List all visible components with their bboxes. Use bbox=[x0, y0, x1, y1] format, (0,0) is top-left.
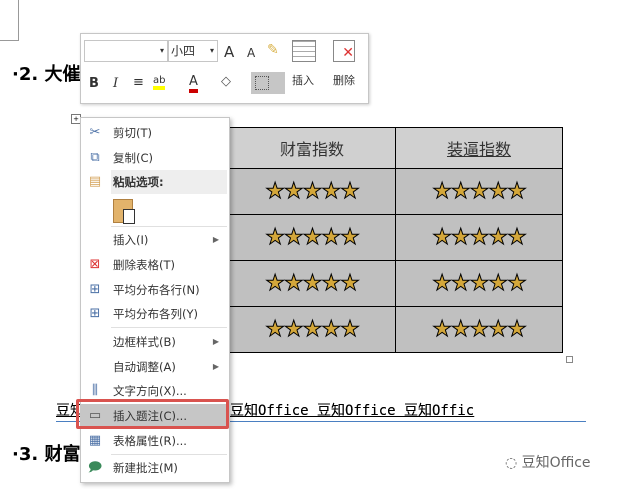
menu-item-table-properties[interactable]: ▦ 表格属性(R)... bbox=[81, 429, 229, 453]
copy-icon: ⧉ bbox=[90, 150, 100, 165]
menu-item-distribute-columns[interactable]: ⊞ 平均分布各列(Y) bbox=[81, 302, 229, 326]
heading-2: ·2. 大催 bbox=[12, 64, 81, 85]
menu-item-autofit[interactable]: 自动调整(A) ▶ bbox=[81, 355, 229, 379]
paste-icon: ▤ bbox=[88, 174, 102, 189]
rating-table: 财富指数 装逼指数 ★★★★★ ★★★★★ ★★★★★ ★★★★★ ★★★★★ ★★★★… bbox=[228, 127, 563, 353]
text-direction-icon: ⫼ bbox=[92, 383, 98, 398]
format-painter-icon[interactable]: ✎ bbox=[267, 42, 279, 58]
insert-button[interactable]: 插入 bbox=[292, 72, 314, 88]
header-cell[interactable]: 装逼指数 bbox=[395, 127, 563, 169]
grow-font-button[interactable]: A bbox=[224, 43, 234, 61]
watermark: ◌ 豆知Office bbox=[505, 455, 591, 471]
stars-cell[interactable]: ★★★★★ bbox=[228, 168, 396, 215]
menu-item-delete-table[interactable]: ⊠ 删除表格(T) bbox=[81, 253, 229, 277]
menu-item-copy[interactable]: ⧉ 复制(C) bbox=[81, 146, 229, 170]
stars-cell[interactable]: ★★★★★ bbox=[228, 306, 396, 353]
menu-item-insert[interactable]: 插入(I) ▶ bbox=[81, 228, 229, 252]
borders-button[interactable] bbox=[251, 72, 285, 94]
distribute-rows-icon: ⊞ bbox=[89, 282, 101, 297]
font-color-button[interactable]: A bbox=[189, 74, 198, 93]
distribute-columns-icon: ⊞ bbox=[89, 306, 101, 321]
table-resize-handle[interactable] bbox=[566, 356, 573, 363]
bold-button[interactable]: B bbox=[89, 76, 99, 91]
delete-table-icon: ⊠ bbox=[89, 257, 101, 272]
mini-toolbar: ▾ 小四 ▾ A A ✎ ✕ B I ≡ ab A ◇ 插入 删除 bbox=[80, 33, 369, 104]
menu-item-cut[interactable]: ✂ 剪切(T) bbox=[81, 121, 229, 145]
header-cell[interactable]: 财富指数 bbox=[228, 127, 396, 169]
font-size-select[interactable]: 小四 ▾ bbox=[168, 40, 218, 62]
page-corner-mark bbox=[0, 0, 19, 41]
highlight-icon[interactable]: ab bbox=[153, 75, 166, 90]
stars-cell[interactable]: ★★★★★ bbox=[395, 260, 563, 307]
menu-item-new-comment[interactable]: 🗩 新建批注(M) bbox=[81, 456, 229, 480]
caption-start: 豆 bbox=[56, 403, 70, 419]
shading-icon[interactable]: ◇ bbox=[221, 74, 231, 89]
stars-cell[interactable]: ★★★★★ bbox=[228, 260, 396, 307]
paste-options-header: 粘贴选项: bbox=[111, 170, 227, 194]
submenu-arrow-icon: ▶ bbox=[212, 235, 219, 244]
shrink-font-button[interactable]: A bbox=[247, 46, 255, 60]
center-align-icon[interactable]: ≡ bbox=[133, 75, 144, 90]
stars-cell[interactable]: ★★★★★ bbox=[228, 214, 396, 261]
submenu-arrow-icon: ▶ bbox=[212, 337, 219, 346]
heading-3: ·3. 财富 bbox=[12, 444, 81, 465]
delete-table-icon[interactable]: ✕ bbox=[333, 40, 355, 62]
highlight-box bbox=[76, 399, 229, 429]
stars-cell[interactable]: ★★★★★ bbox=[395, 306, 563, 353]
font-name-select[interactable]: ▾ bbox=[84, 40, 168, 62]
menu-item-distribute-rows[interactable]: ⊞ 平均分布各行(N) bbox=[81, 278, 229, 302]
comment-icon: 🗩 bbox=[87, 460, 103, 475]
wechat-icon: ◌ bbox=[505, 455, 522, 471]
submenu-arrow-icon: ▶ bbox=[212, 362, 219, 371]
stars-cell[interactable]: ★★★★★ bbox=[395, 168, 563, 215]
scissors-icon: ✂ bbox=[89, 125, 101, 140]
menu-item-border-styles[interactable]: 边框样式(B) ▶ bbox=[81, 330, 229, 354]
insert-table-icon[interactable] bbox=[292, 40, 316, 62]
italic-button[interactable]: I bbox=[113, 76, 118, 91]
paste-keep-text-icon[interactable] bbox=[113, 199, 135, 224]
delete-button[interactable]: 删除 bbox=[333, 72, 355, 88]
stars-cell[interactable]: ★★★★★ bbox=[395, 214, 563, 261]
table-properties-icon: ▦ bbox=[88, 433, 102, 448]
